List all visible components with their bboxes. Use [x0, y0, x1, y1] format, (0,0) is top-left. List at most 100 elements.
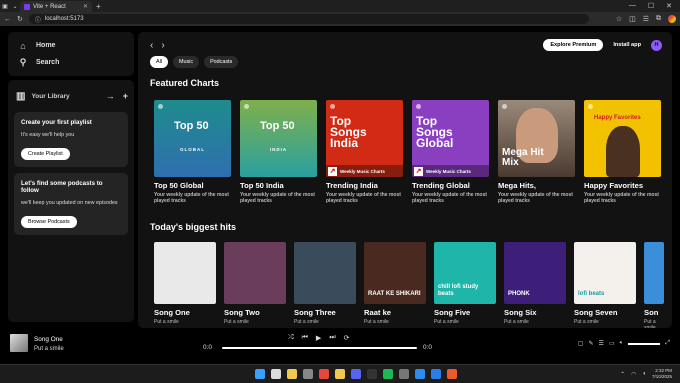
- song-cover[interactable]: [154, 242, 216, 304]
- song-cover[interactable]: [224, 242, 286, 304]
- biggest-hits-title[interactable]: Today's biggest hits: [150, 222, 236, 232]
- progress-bar[interactable]: [222, 347, 417, 349]
- chart-name[interactable]: Happy Favorites: [584, 181, 661, 190]
- chart-cover[interactable]: Happy Favorites: [584, 100, 661, 177]
- windows-start-icon[interactable]: [255, 369, 265, 379]
- vscode-icon[interactable]: [415, 369, 425, 379]
- featured-chart-tile[interactable]: Top Songs Global ↗ Weekly Music Charts Tren…: [412, 100, 489, 204]
- song-cover[interactable]: RAAT KE SHIKARI: [364, 242, 426, 304]
- song-name[interactable]: Son: [644, 308, 664, 317]
- song-name[interactable]: Song Three: [294, 308, 356, 317]
- chart-name[interactable]: Mega Hits,: [498, 181, 575, 190]
- chart-cover[interactable]: Top 50 GLOBAL: [154, 100, 231, 177]
- song-tile[interactable]: RAAT KE SHIKARI Raat ke Put a smile: [364, 242, 426, 328]
- browser-icon[interactable]: [431, 369, 441, 379]
- close-window-icon[interactable]: ✕: [666, 2, 672, 10]
- song-cover[interactable]: [294, 242, 356, 304]
- clock[interactable]: 2:32 PM 7/10/2025: [652, 368, 672, 380]
- chart-cover[interactable]: Top 50 INDIA: [240, 100, 317, 177]
- chart-name[interactable]: Trending India: [326, 181, 403, 190]
- sidebar-item-home[interactable]: ⌂ Home: [18, 37, 124, 54]
- star-icon[interactable]: ☆: [616, 15, 622, 23]
- previous-icon[interactable]: ⏮: [302, 334, 308, 342]
- shuffle-icon[interactable]: ⤮: [288, 334, 294, 342]
- close-tab-icon[interactable]: ✕: [83, 3, 88, 10]
- device-icon[interactable]: ▭: [609, 340, 615, 347]
- library-title[interactable]: Your Library: [31, 93, 69, 100]
- explore-premium-button[interactable]: Explore Premium: [543, 39, 604, 51]
- nav-back-icon[interactable]: ‹: [150, 40, 153, 51]
- song-cover[interactable]: chill lofi study beats: [434, 242, 496, 304]
- browser-tab[interactable]: Vite + React ✕: [20, 1, 92, 12]
- window-menu-icon[interactable]: ▣: [0, 1, 10, 11]
- library-icon[interactable]: ▥: [16, 91, 25, 102]
- speaker-icon[interactable]: ◖: [642, 371, 646, 377]
- volume-icon[interactable]: 🔈︎: [620, 340, 624, 347]
- user-avatar[interactable]: H: [651, 39, 662, 51]
- song-tile[interactable]: PHONK Song Six Put a smile: [504, 242, 566, 328]
- tray-chevron-icon[interactable]: ⌃: [620, 371, 625, 378]
- search-icon[interactable]: [271, 369, 281, 379]
- chart-name[interactable]: Trending Global: [412, 181, 489, 190]
- chrome-icon[interactable]: [319, 369, 329, 379]
- minimize-icon[interactable]: —: [629, 2, 636, 10]
- featured-chart-tile[interactable]: Top Songs India ↗ Weekly Music Charts Trend…: [326, 100, 403, 204]
- song-tile[interactable]: lofi beats Song Seven Put a smile: [574, 242, 636, 328]
- song-cover[interactable]: PHONK: [504, 242, 566, 304]
- discord-icon[interactable]: [351, 369, 361, 379]
- song-tile[interactable]: Son Put a smile: [644, 242, 664, 328]
- expand-arrow-icon[interactable]: →: [106, 91, 115, 101]
- sidebar-item-search[interactable]: ⚲ Search: [18, 54, 124, 71]
- song-cover[interactable]: [644, 242, 664, 304]
- song-tile[interactable]: Song Two Put a smile: [224, 242, 286, 328]
- back-icon[interactable]: ←: [4, 16, 11, 23]
- app-icon[interactable]: [447, 369, 457, 379]
- song-name[interactable]: Raat ke: [364, 308, 426, 317]
- song-tile[interactable]: Song One Put a smile: [154, 242, 216, 328]
- chart-cover[interactable]: Top Songs India ↗ Weekly Music Charts: [326, 100, 403, 177]
- song-name[interactable]: Song Five: [434, 308, 496, 317]
- file-explorer-icon[interactable]: [287, 369, 297, 379]
- lyrics-icon[interactable]: ✎: [588, 340, 593, 347]
- folder-icon[interactable]: [335, 369, 345, 379]
- featured-chart-tile[interactable]: Mega Hit Mix Mega Hits, Your weekly update…: [498, 100, 575, 204]
- install-app-button[interactable]: Install app: [609, 42, 645, 48]
- now-playing-artist[interactable]: Put a smile: [34, 346, 64, 352]
- extensions-icon[interactable]: ⧉: [656, 15, 661, 23]
- media-icon[interactable]: [367, 369, 377, 379]
- create-playlist-button[interactable]: Create Playlist: [21, 148, 70, 160]
- now-playing-view-icon[interactable]: ▢: [578, 340, 584, 347]
- address-bar[interactable]: ⓘ localhost:5173: [28, 14, 589, 24]
- next-icon[interactable]: ⏭: [329, 334, 335, 342]
- browser-profile-icon[interactable]: [668, 15, 676, 23]
- chip-all[interactable]: All: [150, 56, 168, 68]
- song-cover[interactable]: lofi beats: [574, 242, 636, 304]
- now-playing-title[interactable]: Song One: [34, 336, 63, 343]
- maximize-icon[interactable]: ☐: [648, 2, 654, 10]
- wifi-icon[interactable]: ◠: [631, 371, 636, 378]
- settings-icon[interactable]: [399, 369, 409, 379]
- favorites-icon[interactable]: ☰: [643, 15, 649, 23]
- fullscreen-icon[interactable]: ⤢: [665, 340, 670, 347]
- featured-chart-tile[interactable]: Top 50 GLOBAL Top 50 Global Your weekly upd…: [154, 100, 231, 204]
- chart-cover[interactable]: Top Songs Global ↗ Weekly Music Charts: [412, 100, 489, 177]
- now-playing-art[interactable]: [10, 334, 28, 352]
- song-name[interactable]: Song Six: [504, 308, 566, 317]
- queue-icon[interactable]: ☰: [599, 340, 604, 347]
- song-name[interactable]: Song One: [154, 308, 216, 317]
- chip-music[interactable]: Music: [173, 56, 200, 68]
- chip-podcasts[interactable]: Podcasts: [204, 56, 239, 68]
- song-name[interactable]: Song Two: [224, 308, 286, 317]
- split-icon[interactable]: ◫: [629, 15, 636, 23]
- song-name[interactable]: Song Seven: [574, 308, 636, 317]
- spotify-icon[interactable]: [383, 369, 393, 379]
- play-icon[interactable]: ▶: [316, 334, 321, 342]
- repeat-icon[interactable]: ⟳: [344, 334, 350, 342]
- refresh-icon[interactable]: ↻: [17, 15, 23, 23]
- tab-actions-icon[interactable]: ⌄: [10, 1, 20, 11]
- featured-charts-title[interactable]: Featured Charts: [150, 78, 219, 88]
- task-view-icon[interactable]: [303, 369, 313, 379]
- browse-podcasts-button[interactable]: Browse Podcasts: [21, 216, 77, 228]
- site-info-icon[interactable]: ⓘ: [35, 15, 41, 24]
- new-tab-button[interactable]: +: [96, 2, 101, 11]
